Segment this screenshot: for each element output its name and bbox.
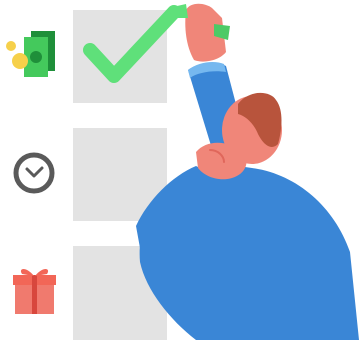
- clock-icon: [13, 152, 55, 194]
- illustration-canvas: [6, 3, 359, 340]
- person-illustration: [136, 3, 359, 340]
- checklist-illustration: [0, 0, 359, 340]
- money-icon: [6, 31, 55, 77]
- gift-icon: [13, 269, 56, 314]
